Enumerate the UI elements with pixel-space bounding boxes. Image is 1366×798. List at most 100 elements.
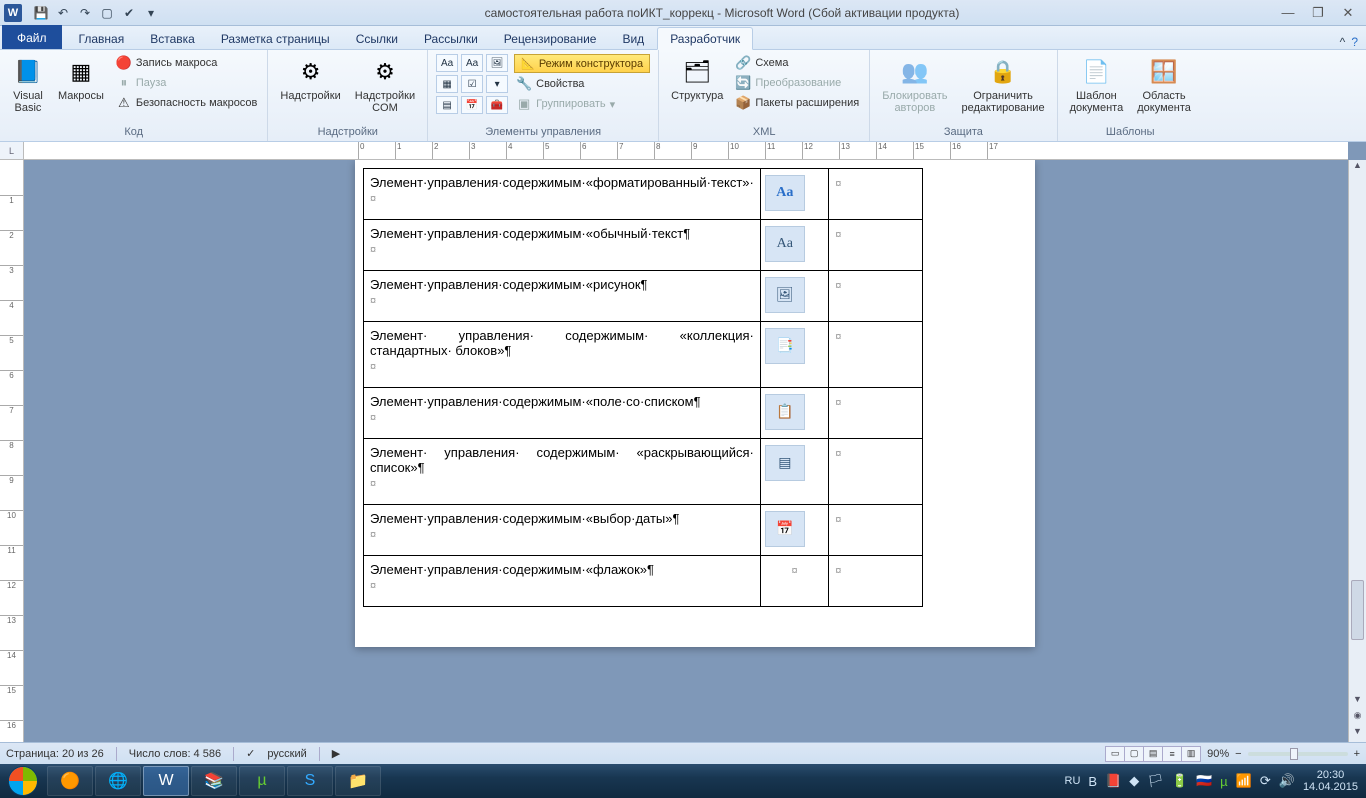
vertical-scrollbar[interactable]: ▲ ▼ ◉ ▼ — [1348, 160, 1366, 742]
empty-cell[interactable]: ¤ — [829, 556, 923, 607]
document-panel-button[interactable]: 🪟Область документа — [1133, 54, 1195, 116]
prev-page-icon[interactable]: ◉ — [1349, 710, 1366, 726]
record-macro-button[interactable]: 🔴Запись макроса — [114, 54, 260, 72]
zoom-slider[interactable] — [1248, 752, 1348, 756]
zoom-slider-handle[interactable] — [1290, 748, 1298, 760]
structure-button[interactable]: 🗂Структура — [667, 54, 727, 104]
control-icon-cell[interactable]: ▤ — [760, 439, 828, 505]
close-button[interactable]: ✕ — [1338, 5, 1358, 21]
control-icon-cell[interactable]: 🖼 — [760, 271, 828, 322]
tray-network-icon[interactable]: 📶 — [1236, 773, 1252, 789]
empty-cell[interactable]: ¤ — [829, 220, 923, 271]
taskbar-chrome-icon[interactable]: 🌐 — [95, 766, 141, 796]
empty-cell[interactable]: ¤ — [829, 271, 923, 322]
building-blocks-control-icon[interactable]: ▦ — [436, 75, 458, 93]
control-icon-cell[interactable]: ¤ — [760, 556, 828, 607]
properties-button[interactable]: 🔧Свойства — [514, 75, 650, 93]
start-button[interactable] — [0, 764, 46, 798]
taskbar-skype-icon[interactable]: S — [287, 766, 333, 796]
tray-vk-icon[interactable]: В — [1088, 774, 1097, 789]
tab-file[interactable]: Файл — [2, 25, 62, 49]
empty-cell[interactable]: ¤ — [829, 322, 923, 388]
save-icon[interactable]: 💾 — [32, 4, 50, 22]
tray-pdf-icon[interactable]: 📕 — [1105, 773, 1121, 789]
next-page-icon[interactable]: ▼ — [1349, 726, 1366, 742]
document-page[interactable]: Элемент·управления·содержимым·«форматиро… — [355, 160, 1035, 647]
tab-view[interactable]: Вид — [609, 27, 657, 49]
control-description-cell[interactable]: Элемент·управления·содержимым·«поле·со·с… — [364, 388, 761, 439]
taskbar-word-icon[interactable]: W — [143, 766, 189, 796]
view-web-icon[interactable]: ▤ — [1143, 746, 1163, 762]
macros-button[interactable]: ▦ Макросы — [54, 54, 108, 104]
plain-text-control-icon[interactable]: Aa — [461, 54, 483, 72]
control-icon-cell[interactable]: 📑 — [760, 322, 828, 388]
zoom-out-button[interactable]: − — [1235, 748, 1241, 760]
dropdown-control-icon[interactable]: ▤ — [436, 96, 458, 114]
minimize-ribbon-icon[interactable]: ^ — [1340, 35, 1346, 49]
tab-page-layout[interactable]: Разметка страницы — [208, 27, 343, 49]
new-icon[interactable]: ▢ — [98, 4, 116, 22]
com-addins-button[interactable]: ⚙Надстройки COM — [351, 54, 419, 116]
taskbar-media-icon[interactable]: 🟠 — [47, 766, 93, 796]
picture-control-icon[interactable]: 🖼 — [486, 54, 508, 72]
view-outline-icon[interactable]: ≡ — [1162, 746, 1182, 762]
view-fullscreen-icon[interactable]: ▢ — [1124, 746, 1144, 762]
tab-references[interactable]: Ссылки — [343, 27, 411, 49]
taskbar-utorrent-icon[interactable]: µ — [239, 766, 285, 796]
status-language[interactable]: русский — [267, 748, 306, 760]
tray-indicator-icon[interactable]: ◆ — [1129, 773, 1139, 789]
help-icon[interactable]: ? — [1351, 35, 1358, 49]
tab-review[interactable]: Рецензирование — [491, 27, 610, 49]
vertical-ruler[interactable]: 12345678910111213141516 — [0, 160, 24, 742]
document-scroll-area[interactable]: Элемент·управления·содержимым·«форматиро… — [24, 160, 1366, 742]
rich-text-control-icon[interactable]: Aa — [436, 54, 458, 72]
control-description-cell[interactable]: Элемент·управления·содержимым·«флажок»¶¤ — [364, 556, 761, 607]
tray-lang[interactable]: RU — [1065, 775, 1081, 787]
tab-home[interactable]: Главная — [66, 27, 138, 49]
tray-action-center-icon[interactable]: 🏳 — [1147, 773, 1164, 789]
document-template-button[interactable]: 📄Шаблон документа — [1066, 54, 1128, 116]
spellcheck-icon[interactable]: ✔ — [120, 4, 138, 22]
control-description-cell[interactable]: Элемент· управления· содержимым· «раскры… — [364, 439, 761, 505]
visual-basic-button[interactable]: 📘 Visual Basic — [8, 54, 48, 116]
proofing-icon[interactable]: ✓ — [246, 747, 255, 760]
expansion-packs-button[interactable]: 📦Пакеты расширения — [733, 94, 861, 112]
tray-battery-icon[interactable]: 🔋 — [1172, 773, 1188, 789]
tab-insert[interactable]: Вставка — [137, 27, 208, 49]
scrollbar-thumb[interactable] — [1351, 580, 1364, 640]
checkbox-control-icon[interactable]: ☑ — [461, 75, 483, 93]
tray-clock[interactable]: 20:30 14.04.2015 — [1303, 769, 1358, 793]
empty-cell[interactable]: ¤ — [829, 439, 923, 505]
addins-button[interactable]: ⚙Надстройки — [276, 54, 344, 104]
restore-button[interactable]: ❐ — [1308, 5, 1328, 21]
tray-volume-icon[interactable]: 🔊 — [1279, 773, 1295, 789]
control-description-cell[interactable]: Элемент·управления·содержимым·«выбор·дат… — [364, 505, 761, 556]
macro-security-button[interactable]: ⚠Безопасность макросов — [114, 94, 260, 112]
view-draft-icon[interactable]: ▥ — [1181, 746, 1201, 762]
horizontal-ruler[interactable]: 01234567891011121314151617 — [24, 142, 1348, 160]
control-icon-cell[interactable]: Aa — [760, 220, 828, 271]
control-description-cell[interactable]: Элемент·управления·содержимым·«рисунок¶¤ — [364, 271, 761, 322]
undo-icon[interactable]: ↶ — [54, 4, 72, 22]
zoom-in-button[interactable]: + — [1354, 748, 1360, 760]
empty-cell[interactable]: ¤ — [829, 388, 923, 439]
combobox-control-icon[interactable]: ▾ — [486, 75, 508, 93]
empty-cell[interactable]: ¤ — [829, 169, 923, 220]
control-icon-cell[interactable]: Aa — [760, 169, 828, 220]
tab-developer[interactable]: Разработчик — [657, 27, 753, 50]
qat-more-icon[interactable]: ▾ — [142, 4, 160, 22]
design-mode-toggle[interactable]: 📐Режим конструктора — [514, 54, 650, 73]
control-icon-cell[interactable]: 📋 — [760, 388, 828, 439]
taskbar-winrar-icon[interactable]: 📚 — [191, 766, 237, 796]
date-control-icon[interactable]: 📅 — [461, 96, 483, 114]
minimize-button[interactable]: ― — [1278, 5, 1298, 21]
tray-flag-icon[interactable]: 🇷🇺 — [1196, 773, 1212, 789]
tray-updates-icon[interactable]: ⟳ — [1260, 773, 1271, 789]
control-description-cell[interactable]: Элемент·управления·содержимым·«форматиро… — [364, 169, 761, 220]
status-page[interactable]: Страница: 20 из 26 — [6, 748, 104, 760]
legacy-controls-icon[interactable]: 🧰 — [486, 96, 508, 114]
status-word-count[interactable]: Число слов: 4 586 — [129, 748, 221, 760]
taskbar-explorer-icon[interactable]: 📁 — [335, 766, 381, 796]
ruler-corner[interactable]: L — [0, 142, 24, 160]
restrict-editing-button[interactable]: 🔒Ограничить редактирование — [958, 54, 1049, 116]
